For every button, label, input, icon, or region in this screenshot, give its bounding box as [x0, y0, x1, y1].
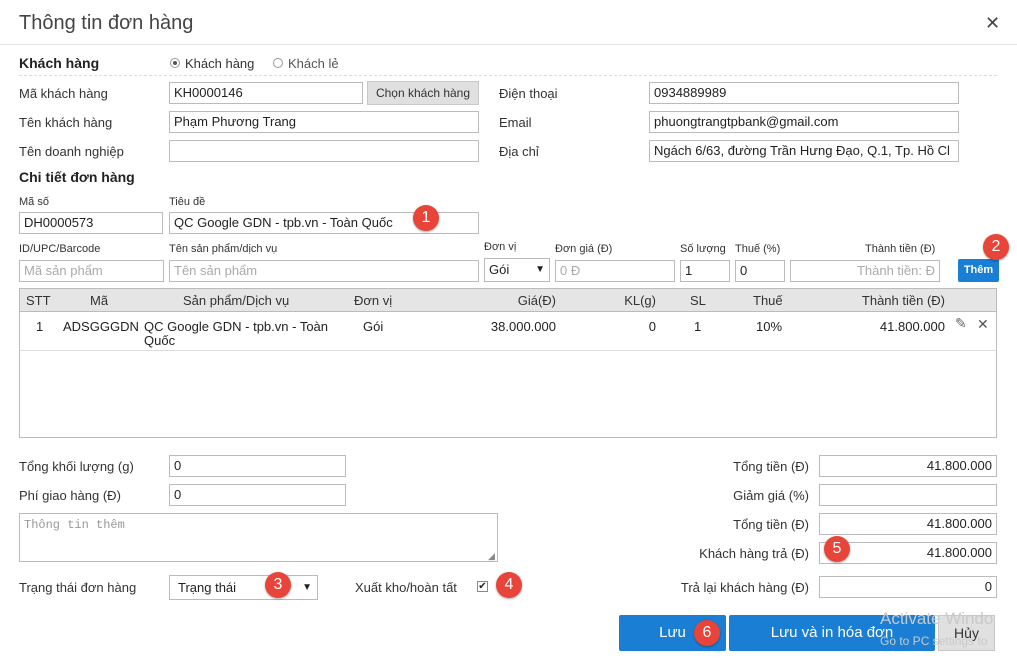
edit-pencil-icon[interactable]: ✎ — [955, 315, 967, 332]
row-1-code: ADSGGGDN — [63, 319, 139, 334]
dialog-title: Thông tin đơn hàng — [19, 12, 194, 34]
barcode-input[interactable]: Mã sản phẩm — [19, 260, 164, 282]
export-label: Xuất kho/hoàn tất — [355, 580, 457, 595]
price-input[interactable]: 0 Đ — [555, 260, 675, 282]
price-label: Đơn giá (Đ) — [555, 243, 613, 255]
annotation-badge-2: 2 — [983, 234, 1009, 260]
paid-label: Khách hàng trả (Đ) — [699, 546, 809, 561]
col-header-weight: KL(g) — [624, 293, 656, 308]
barcode-label: ID/UPC/Barcode — [19, 243, 101, 255]
annotation-badge-5: 5 — [824, 536, 850, 562]
subtotal-label: Tổng tiền (Đ) — [733, 459, 809, 474]
email-label: Email — [499, 115, 532, 130]
customer-section-title: Khách hàng — [19, 55, 100, 71]
phone-label: Điện thoại — [499, 86, 558, 101]
col-header-price: Giá(Đ) — [517, 293, 556, 308]
row-1-product-line-1: QC Google GDN - tpb.vn - Toàn — [144, 319, 329, 334]
qty-label: Số lượng — [680, 243, 726, 255]
company-label: Tên doanh nghiệp — [19, 144, 124, 159]
product-input[interactable]: Tên sản phẩm — [169, 260, 479, 282]
close-icon[interactable]: ✕ — [985, 13, 1000, 34]
watermark-line-1: Activate Windo — [880, 609, 994, 628]
customer-name-input[interactable]: Phạm Phương Trang — [169, 111, 479, 133]
total-input[interactable]: 41.800.000 — [819, 513, 997, 535]
tax-label: Thuế (%) — [735, 243, 781, 255]
email-input[interactable]: phuongtrangtpbank@gmail.com — [649, 111, 959, 133]
unit-select-value: Gói — [489, 262, 510, 277]
notes-textarea[interactable]: Thông tin thêm — [19, 513, 498, 562]
radio-walkin-label: Khách lẻ — [288, 56, 339, 71]
chevron-down-icon: ▼ — [302, 582, 312, 593]
subtotal-input[interactable]: 41.800.000 — [819, 455, 997, 477]
order-section-title: Chi tiết đơn hàng — [19, 169, 135, 185]
radio-customer-label: Khách hàng — [185, 56, 255, 71]
row-1-product-line-2: Quốc — [144, 333, 176, 348]
annotation-badge-3: 3 — [265, 572, 291, 598]
radio-walkin[interactable] — [273, 58, 283, 68]
annotation-badge-4: 4 — [496, 572, 522, 598]
row-1-price: 38.000.000 — [490, 319, 556, 334]
discount-input[interactable] — [819, 484, 997, 506]
chevron-down-icon: ▼ — [535, 264, 545, 275]
product-label: Tên sản phẩm/dịch vụ — [169, 243, 278, 255]
radio-customer[interactable] — [170, 58, 180, 68]
company-input[interactable] — [169, 140, 479, 162]
weight-label: Tổng khối lượng (g) — [19, 459, 134, 474]
status-select[interactable]: Trạng thái ▼ — [169, 575, 318, 600]
row-1-stt: 1 — [36, 319, 44, 334]
row-1-weight: 0 — [648, 319, 656, 334]
line-total-label: Thành tiền (Đ) — [865, 243, 936, 255]
line-total-input[interactable]: Thành tiền: Đ — [790, 260, 940, 282]
order-subject-label: Tiêu đề — [169, 196, 206, 208]
shipping-label: Phí giao hàng (Đ) — [19, 488, 121, 503]
section-divider — [19, 75, 997, 76]
resize-handle-icon[interactable]: ◢ — [488, 551, 495, 562]
order-code-label: Mã số — [19, 196, 49, 208]
discount-label: Giảm giá (%) — [733, 488, 809, 503]
col-header-qty: SL — [690, 293, 706, 308]
tax-input[interactable]: 0 — [735, 260, 785, 282]
row-1-tax: 10% — [756, 319, 783, 334]
choose-customer-button[interactable]: Chọn khách hàng — [367, 81, 479, 105]
customer-code-input[interactable]: KH0000146 — [169, 82, 363, 104]
col-header-product: Sản phẩm/Dịch vụ — [183, 293, 290, 308]
status-select-value: Trạng thái — [178, 580, 237, 595]
add-item-button[interactable]: Thêm — [958, 259, 999, 282]
col-header-unit: Đơn vị — [354, 293, 393, 308]
watermark-line-2: Go to PC settings to — [880, 634, 988, 648]
annotation-badge-6: 6 — [694, 620, 720, 646]
col-header-code: Mã — [90, 293, 109, 308]
qty-input[interactable]: 1 — [680, 260, 730, 282]
row-1-unit: Gói — [363, 319, 384, 334]
total-label: Tổng tiền (Đ) — [733, 517, 809, 532]
header-divider — [0, 44, 1017, 45]
change-label: Trả lại khách hàng (Đ) — [680, 580, 809, 595]
col-header-tax: Thuế — [753, 293, 783, 308]
col-header-stt: STT — [26, 293, 51, 308]
status-label: Trạng thái đơn hàng — [19, 580, 137, 595]
address-input[interactable]: Ngách 6/63, đường Trần Hưng Đạo, Q.1, Tp… — [649, 140, 959, 162]
address-label: Địa chỉ — [499, 144, 539, 159]
annotation-badge-1: 1 — [413, 205, 439, 231]
row-1-qty: 1 — [694, 319, 702, 334]
col-header-total: Thành tiền (Đ) — [861, 293, 945, 308]
row-1-total: 41.800.000 — [879, 319, 945, 334]
customer-code-label: Mã khách hàng — [19, 86, 108, 101]
shipping-input[interactable]: 0 — [169, 484, 346, 506]
change-input[interactable]: 0 — [819, 576, 997, 598]
delete-row-icon[interactable]: ✕ — [977, 316, 989, 333]
customer-name-label: Tên khách hàng — [19, 115, 113, 130]
unit-label: Đơn vị — [484, 241, 517, 253]
row-divider — [20, 350, 996, 351]
phone-input[interactable]: 0934889989 — [649, 82, 959, 104]
export-checkbox[interactable]: ✔ — [477, 581, 488, 592]
order-code-input[interactable]: DH0000573 — [19, 212, 163, 234]
unit-select[interactable]: Gói ▼ — [484, 258, 550, 282]
weight-input[interactable]: 0 — [169, 455, 346, 477]
